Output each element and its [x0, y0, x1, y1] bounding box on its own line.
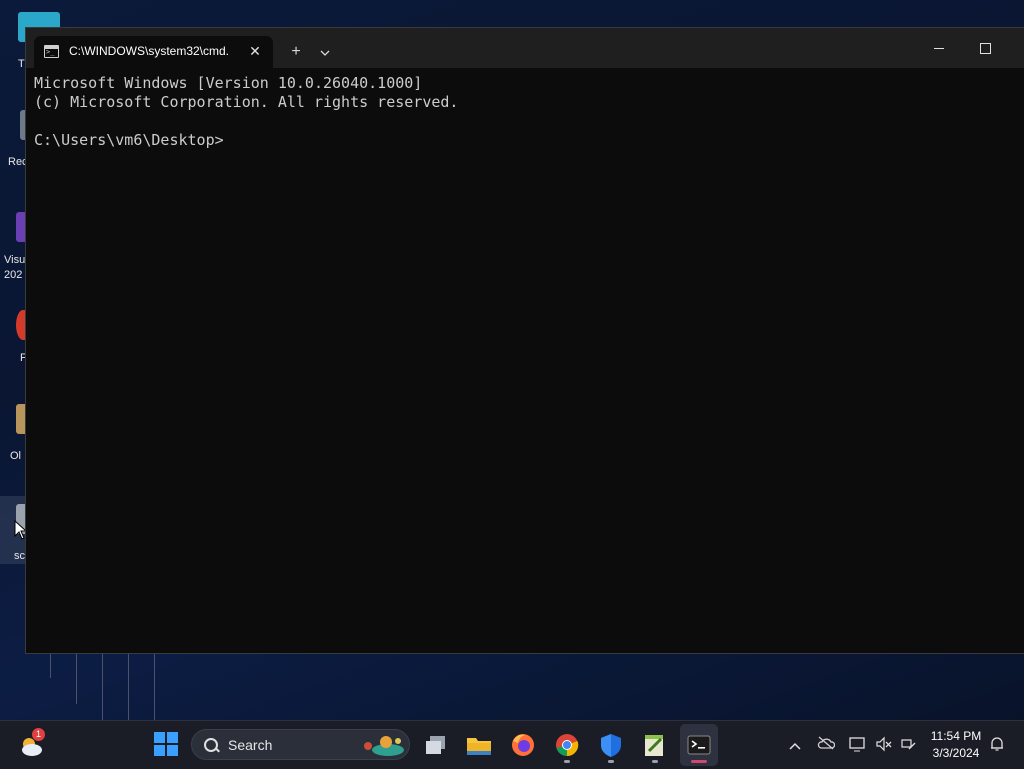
desktop-icon-label: Ol — [10, 450, 21, 462]
display-icon — [849, 737, 865, 752]
task-view-icon — [426, 736, 445, 754]
tab-cmd[interactable]: C:\WINDOWS\system32\cmd. ✕ — [34, 36, 273, 68]
clock-time[interactable]: 11:54 PM — [926, 729, 986, 743]
network-button[interactable] — [899, 736, 917, 754]
defender-button[interactable] — [597, 731, 625, 759]
taskbar: 1 Search 11:54 PM 3/3/2024 — [0, 720, 1024, 769]
desktop-icon-label: T — [18, 58, 25, 70]
desktop-wallpaper-lines — [50, 652, 160, 720]
terminal-window[interactable]: C:\WINDOWS\system32\cmd. ✕ + Microsoft W… — [25, 27, 1024, 654]
desktop-icon-label: sc — [14, 550, 25, 562]
console-output[interactable]: Microsoft Windows [Version 10.0.26040.10… — [34, 74, 1024, 653]
desktop-icon-label: 202 — [4, 269, 23, 281]
terminal-running-indicator — [691, 760, 707, 763]
tab-dropdown-button[interactable] — [313, 40, 337, 64]
chevron-down-icon — [320, 50, 330, 56]
firefox-icon — [512, 734, 534, 756]
desktop-icon-label: Visu — [4, 254, 26, 266]
title-bar[interactable]: C:\WINDOWS\system32\cmd. ✕ + — [26, 28, 1024, 68]
weather-widget[interactable]: 1 — [18, 728, 46, 759]
show-hidden-icons-button[interactable] — [786, 736, 804, 754]
console-line: (c) Microsoft Corporation. All rights re… — [34, 93, 459, 111]
file-explorer-button[interactable] — [465, 731, 493, 759]
weather-badge: 1 — [32, 728, 45, 741]
windows-start-icon — [154, 732, 178, 756]
chrome-icon — [556, 734, 579, 757]
chrome-button[interactable] — [553, 731, 581, 759]
console-line: Microsoft Windows [Version 10.0.26040.10… — [34, 74, 423, 92]
cmd-icon — [44, 45, 59, 58]
search-box[interactable]: Search — [191, 729, 410, 760]
minimize-button[interactable] — [919, 34, 959, 62]
defender-icon — [601, 734, 621, 757]
volume-button[interactable] — [875, 736, 893, 754]
search-icon — [204, 738, 218, 752]
start-button[interactable] — [153, 731, 181, 759]
firefox-button[interactable] — [509, 731, 537, 759]
tab-close-button[interactable]: ✕ — [246, 42, 264, 60]
display-button[interactable] — [849, 736, 867, 754]
onedrive-icon — [817, 736, 836, 750]
chevron-up-icon — [789, 742, 801, 750]
terminal-icon — [687, 735, 711, 755]
network-icon — [901, 739, 916, 750]
notepad-running-indicator — [652, 760, 658, 763]
notification-bell-icon — [991, 737, 1003, 751]
maximize-icon — [979, 43, 991, 55]
defender-running-indicator — [608, 760, 614, 763]
terminal-button[interactable] — [685, 731, 713, 759]
tab-title: C:\WINDOWS\system32\cmd. — [69, 44, 230, 58]
minimize-icon — [934, 48, 944, 50]
notepad-plus-button[interactable] — [641, 731, 669, 759]
new-tab-button[interactable]: + — [284, 40, 308, 64]
file-explorer-icon — [467, 738, 491, 755]
maximize-button[interactable] — [965, 34, 1005, 62]
notepad-plus-icon — [645, 735, 663, 756]
notifications-button[interactable] — [988, 736, 1006, 754]
volume-muted-icon — [876, 736, 892, 752]
search-highlight-icon — [364, 736, 404, 756]
clock-date[interactable]: 3/3/2024 — [926, 746, 986, 760]
task-view-button[interactable] — [422, 731, 450, 759]
onedrive-button[interactable] — [817, 736, 836, 754]
chrome-running-indicator — [564, 760, 570, 763]
console-prompt: C:\Users\vm6\Desktop> — [34, 131, 224, 149]
search-label: Search — [228, 737, 273, 753]
